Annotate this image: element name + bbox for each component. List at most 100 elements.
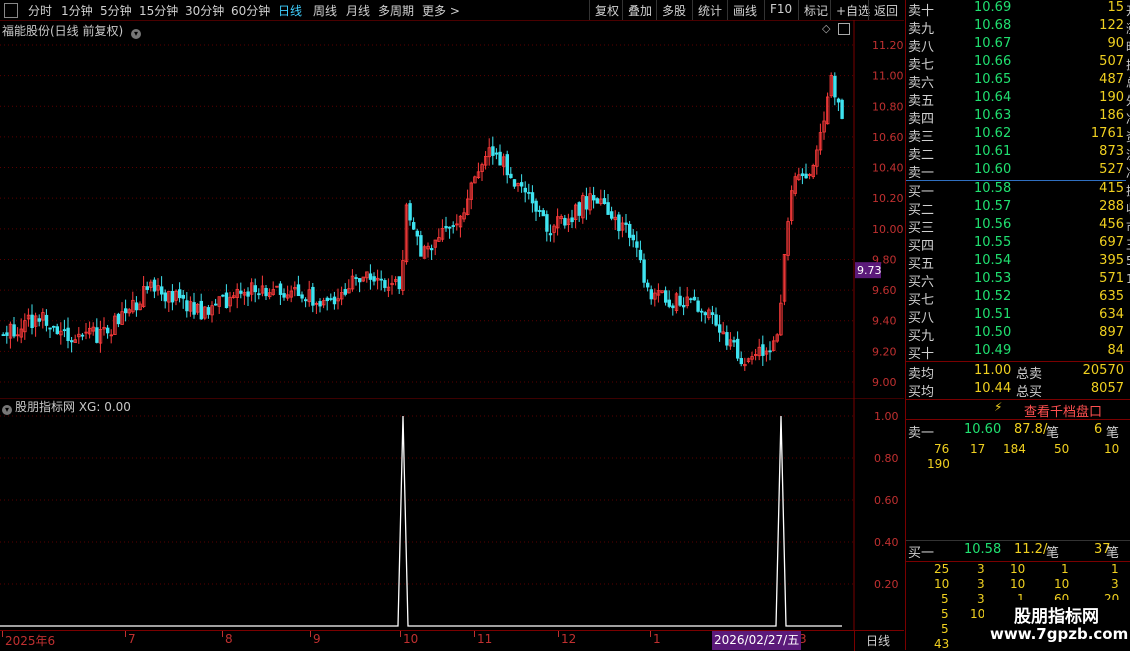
bid-row[interactable]: 买三 10.56 456 bbox=[906, 217, 1126, 236]
candle-body bbox=[221, 294, 225, 297]
bid-row[interactable]: 买七 10.52 635 bbox=[906, 289, 1126, 308]
period-tab-9[interactable]: 多周期 bbox=[378, 2, 414, 19]
candle-body bbox=[152, 279, 157, 292]
toolbar-button-2[interactable]: 多股 bbox=[662, 2, 686, 19]
bid-row[interactable]: 买十 10.49 84 bbox=[906, 343, 1126, 362]
period-tab-6[interactable]: 日线 bbox=[278, 2, 302, 19]
ask-row[interactable]: 卖六 10.65 487 bbox=[906, 72, 1126, 91]
price-tick-label: 9.40 bbox=[872, 315, 897, 328]
toolbar-button-7[interactable]: +自选 bbox=[836, 2, 870, 19]
candle-body bbox=[545, 214, 549, 232]
xg-signal-line bbox=[0, 415, 842, 627]
sell-queue-trade-cell: 190 bbox=[927, 457, 950, 471]
candle-body bbox=[739, 358, 743, 365]
candle-body bbox=[318, 301, 322, 307]
bid-row[interactable]: 买九 10.50 897 bbox=[906, 325, 1126, 344]
buy-avg-total-label: 总买 bbox=[1016, 385, 1043, 400]
candlestick-panel[interactable]: 福能股份(日线 前复权) ▾ ◇ 11.20 11.00 10.80 10.60 10.… bbox=[0, 20, 904, 398]
buy-avg-total: 8057 bbox=[1090, 381, 1124, 396]
indicator-panel[interactable]: 1.00 0.80 0.60 0.40 0.20 ▾ 股朋指标网 XG: 0.00 bbox=[0, 398, 904, 630]
ask-row[interactable]: 卖十 10.69 15 bbox=[906, 0, 1126, 19]
ask-row[interactable]: 卖一 10.60 527 bbox=[906, 162, 1126, 181]
indicator-label: 股朋指标网 XG: 0.00 bbox=[15, 400, 131, 414]
toolbar-button-0[interactable]: 复权 bbox=[595, 2, 619, 19]
toolbar-button-1[interactable]: 叠加 bbox=[628, 2, 652, 19]
price-tick-label: 10.20 bbox=[872, 192, 904, 205]
buy-queue-trade-cell: 5 bbox=[941, 607, 949, 621]
bid-label: 买六 bbox=[908, 275, 935, 290]
candle-body bbox=[703, 312, 707, 316]
ask-row[interactable]: 卖四 10.63 186 bbox=[906, 108, 1126, 127]
toolbar-separator bbox=[622, 0, 623, 20]
candle-body bbox=[37, 318, 41, 322]
bid-row[interactable]: 买二 10.57 288 bbox=[906, 199, 1126, 218]
queue-divider bbox=[906, 561, 1130, 562]
candle-body bbox=[606, 202, 610, 215]
candle-body bbox=[325, 297, 329, 302]
bid-price: 10.49 bbox=[974, 343, 1012, 358]
period-tab-7[interactable]: 周线 bbox=[313, 2, 337, 19]
bid-row[interactable]: 买五 10.54 395 bbox=[906, 253, 1126, 272]
date-label: 1 bbox=[653, 632, 661, 646]
period-tab-4[interactable]: 30分钟 bbox=[185, 2, 224, 19]
candle-body bbox=[667, 299, 671, 307]
bid-label: 买九 bbox=[908, 329, 935, 344]
period-tab-5[interactable]: 60分钟 bbox=[231, 2, 270, 19]
toolbar-button-8[interactable]: 返回 bbox=[874, 2, 898, 19]
toolbar-button-6[interactable]: 标记 bbox=[804, 2, 828, 19]
candle-body bbox=[548, 233, 553, 236]
ask-price: 10.62 bbox=[974, 126, 1012, 141]
ask-row[interactable]: 卖九 10.68 122 bbox=[906, 18, 1126, 37]
date-tick bbox=[310, 631, 311, 637]
bid-row[interactable]: 买一 10.58 415 bbox=[906, 181, 1126, 200]
period-label[interactable]: 日线 bbox=[866, 632, 890, 649]
depth-link[interactable]: 查看千档盘口 bbox=[1024, 401, 1102, 420]
candle-body bbox=[95, 327, 99, 343]
candle-body bbox=[329, 298, 333, 300]
candle-body bbox=[584, 196, 589, 210]
candle-body bbox=[368, 273, 373, 280]
period-tab-8[interactable]: 月线 bbox=[346, 2, 370, 19]
candle-body bbox=[768, 350, 772, 353]
watermark: 股朋指标网 www.7gpzb.com bbox=[984, 600, 1130, 650]
toolbar-button-4[interactable]: 画线 bbox=[733, 2, 757, 19]
order-book: 卖十 10.69 15 卖九 10.68 122 卖八 10.67 90 卖七 10.66 507 卖六… bbox=[905, 0, 1130, 651]
side-strip-char: 开 bbox=[1126, 2, 1130, 19]
buy-avg-label: 买均 bbox=[908, 385, 935, 400]
ask-row[interactable]: 卖七 10.66 507 bbox=[906, 54, 1126, 73]
ask-label: 卖三 bbox=[908, 130, 935, 145]
sell-queue-count: 6 bbox=[1094, 422, 1103, 437]
date-tick bbox=[400, 631, 401, 637]
period-tab-3[interactable]: 15分钟 bbox=[139, 2, 178, 19]
period-tab-10[interactable]: 更多 > bbox=[422, 2, 460, 19]
candle-body bbox=[541, 210, 545, 217]
ask-row[interactable]: 卖二 10.61 873 bbox=[906, 144, 1126, 163]
ask-row[interactable]: 卖五 10.64 190 bbox=[906, 90, 1126, 109]
period-tab-2[interactable]: 5分钟 bbox=[100, 2, 132, 19]
list-icon[interactable] bbox=[4, 3, 18, 18]
ask-row[interactable]: 卖三 10.62 1761 bbox=[906, 126, 1126, 145]
side-strip-char: 总 bbox=[1126, 74, 1130, 91]
toolbar-button-5[interactable]: F10 bbox=[770, 2, 792, 16]
period-tab-1[interactable]: 1分钟 bbox=[61, 2, 93, 19]
bid-row[interactable]: 买六 10.53 571 bbox=[906, 271, 1126, 290]
buy-queue-trade-cell: 43 bbox=[934, 637, 950, 651]
toolbar-separator bbox=[656, 0, 657, 20]
sell-avg-row: 卖均 11.00 总卖 20570 bbox=[906, 363, 1126, 382]
indicator-svg: 1.00 0.80 0.60 0.40 0.20 bbox=[0, 398, 904, 630]
side-strip-char: 1 bbox=[1126, 272, 1130, 286]
candle-body bbox=[311, 286, 315, 306]
buy-queue-trade-cell: 10 bbox=[970, 607, 986, 621]
date-tick bbox=[474, 631, 475, 637]
ask-volume: 190 bbox=[1099, 90, 1124, 105]
bid-row[interactable]: 买四 10.55 697 bbox=[906, 235, 1126, 254]
toolbar-button-3[interactable]: 统计 bbox=[698, 2, 722, 19]
ask-row[interactable]: 卖八 10.67 90 bbox=[906, 36, 1126, 55]
buy-queue-price: 10.58 bbox=[964, 542, 1002, 557]
candle-body bbox=[664, 290, 668, 303]
chevron-down-icon[interactable]: ▾ bbox=[2, 405, 12, 415]
bid-row[interactable]: 买八 10.51 634 bbox=[906, 307, 1126, 326]
ask-price: 10.60 bbox=[974, 162, 1012, 177]
buy-queue-trade-cell: 3 bbox=[977, 562, 985, 576]
period-tab-0[interactable]: 分时 bbox=[28, 2, 52, 19]
